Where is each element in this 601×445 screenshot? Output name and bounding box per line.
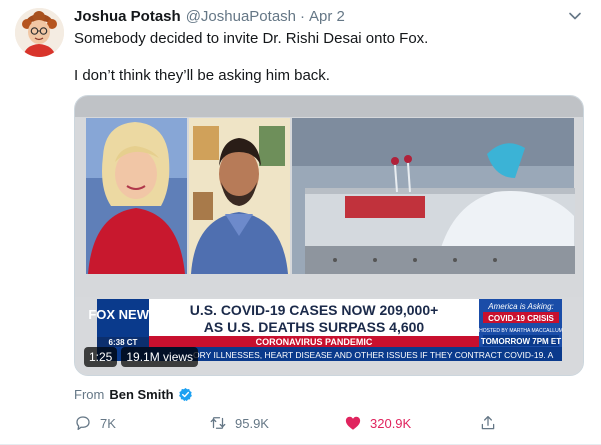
retweet-button[interactable]: 95.9K <box>209 412 269 434</box>
chevron-down-icon[interactable] <box>567 8 583 24</box>
host-panel <box>86 118 187 274</box>
video-attribution: From Ben Smith <box>74 385 193 403</box>
promo-host: HOSTED BY MARTHA MACCALLUM <box>479 328 563 334</box>
avatar-illustration <box>15 8 64 57</box>
breaking-banner: CORONAVIRUS PANDEMIC <box>256 337 373 347</box>
attribution-label: From <box>74 386 105 402</box>
headline-line-1: U.S. COVID-19 CASES NOW 209,000+ <box>190 302 439 318</box>
broadcast-clock: 6:38 CT <box>109 338 138 347</box>
tweet-text-line-2: I don’t think they’ll be asking him back… <box>74 67 330 84</box>
tweet-header: Joshua Potash @JoshuaPotash · Apr 2 <box>74 8 345 28</box>
like-button[interactable]: 320.9K <box>344 412 411 434</box>
promo-time: TOMORROW 7PM ET <box>481 337 561 346</box>
video-frame: FOX NEWS 6:38 CT U.S. COVID-19 CASES NOW… <box>75 96 583 375</box>
guest-panel <box>189 118 290 274</box>
author-name[interactable]: Joshua Potash <box>74 8 181 25</box>
fox-news-logo: FOX NEWS <box>88 307 158 322</box>
separator-dot: · <box>300 8 305 25</box>
news-ticker: ORY ILLNESSES, HEART DISEASE AND OTHER I… <box>193 350 554 360</box>
attribution-account[interactable]: Ben Smith <box>109 387 173 402</box>
share-icon <box>481 415 495 430</box>
video-meta: 1:25 19.1M views <box>84 347 199 367</box>
like-count: 320.9K <box>370 415 412 431</box>
tweet-date[interactable]: Apr 2 <box>309 8 345 25</box>
reply-icon <box>76 416 90 431</box>
video-view-count: 19.1M views <box>121 347 199 367</box>
author-handle[interactable]: @JoshuaPotash <box>186 8 296 25</box>
video-duration: 1:25 <box>84 347 118 367</box>
heart-icon <box>345 416 361 430</box>
lab-panel <box>292 118 575 274</box>
reply-count: 7K <box>100 415 116 431</box>
tweet-text-line-1: Somebody decided to invite Dr. Rishi Des… <box>74 30 429 47</box>
retweet-count: 95.9K <box>235 415 269 431</box>
tweet[interactable]: Joshua Potash @JoshuaPotash · Apr 2 Some… <box>0 0 601 445</box>
reply-button[interactable]: 7K <box>74 412 116 434</box>
promo-show: COVID-19 CRISIS <box>488 314 554 323</box>
retweet-icon <box>210 417 226 429</box>
verified-badge-icon <box>178 387 192 401</box>
promo-title: America is Asking: <box>487 302 554 311</box>
headline-line-2: AS U.S. DEATHS SURPASS 4,600 <box>204 319 425 335</box>
avatar[interactable] <box>15 8 64 57</box>
share-button[interactable] <box>479 412 497 434</box>
tweet-actions: 7K 95.9K 320.9K <box>74 412 514 434</box>
video-player[interactable]: FOX NEWS 6:38 CT U.S. COVID-19 CASES NOW… <box>74 95 584 376</box>
